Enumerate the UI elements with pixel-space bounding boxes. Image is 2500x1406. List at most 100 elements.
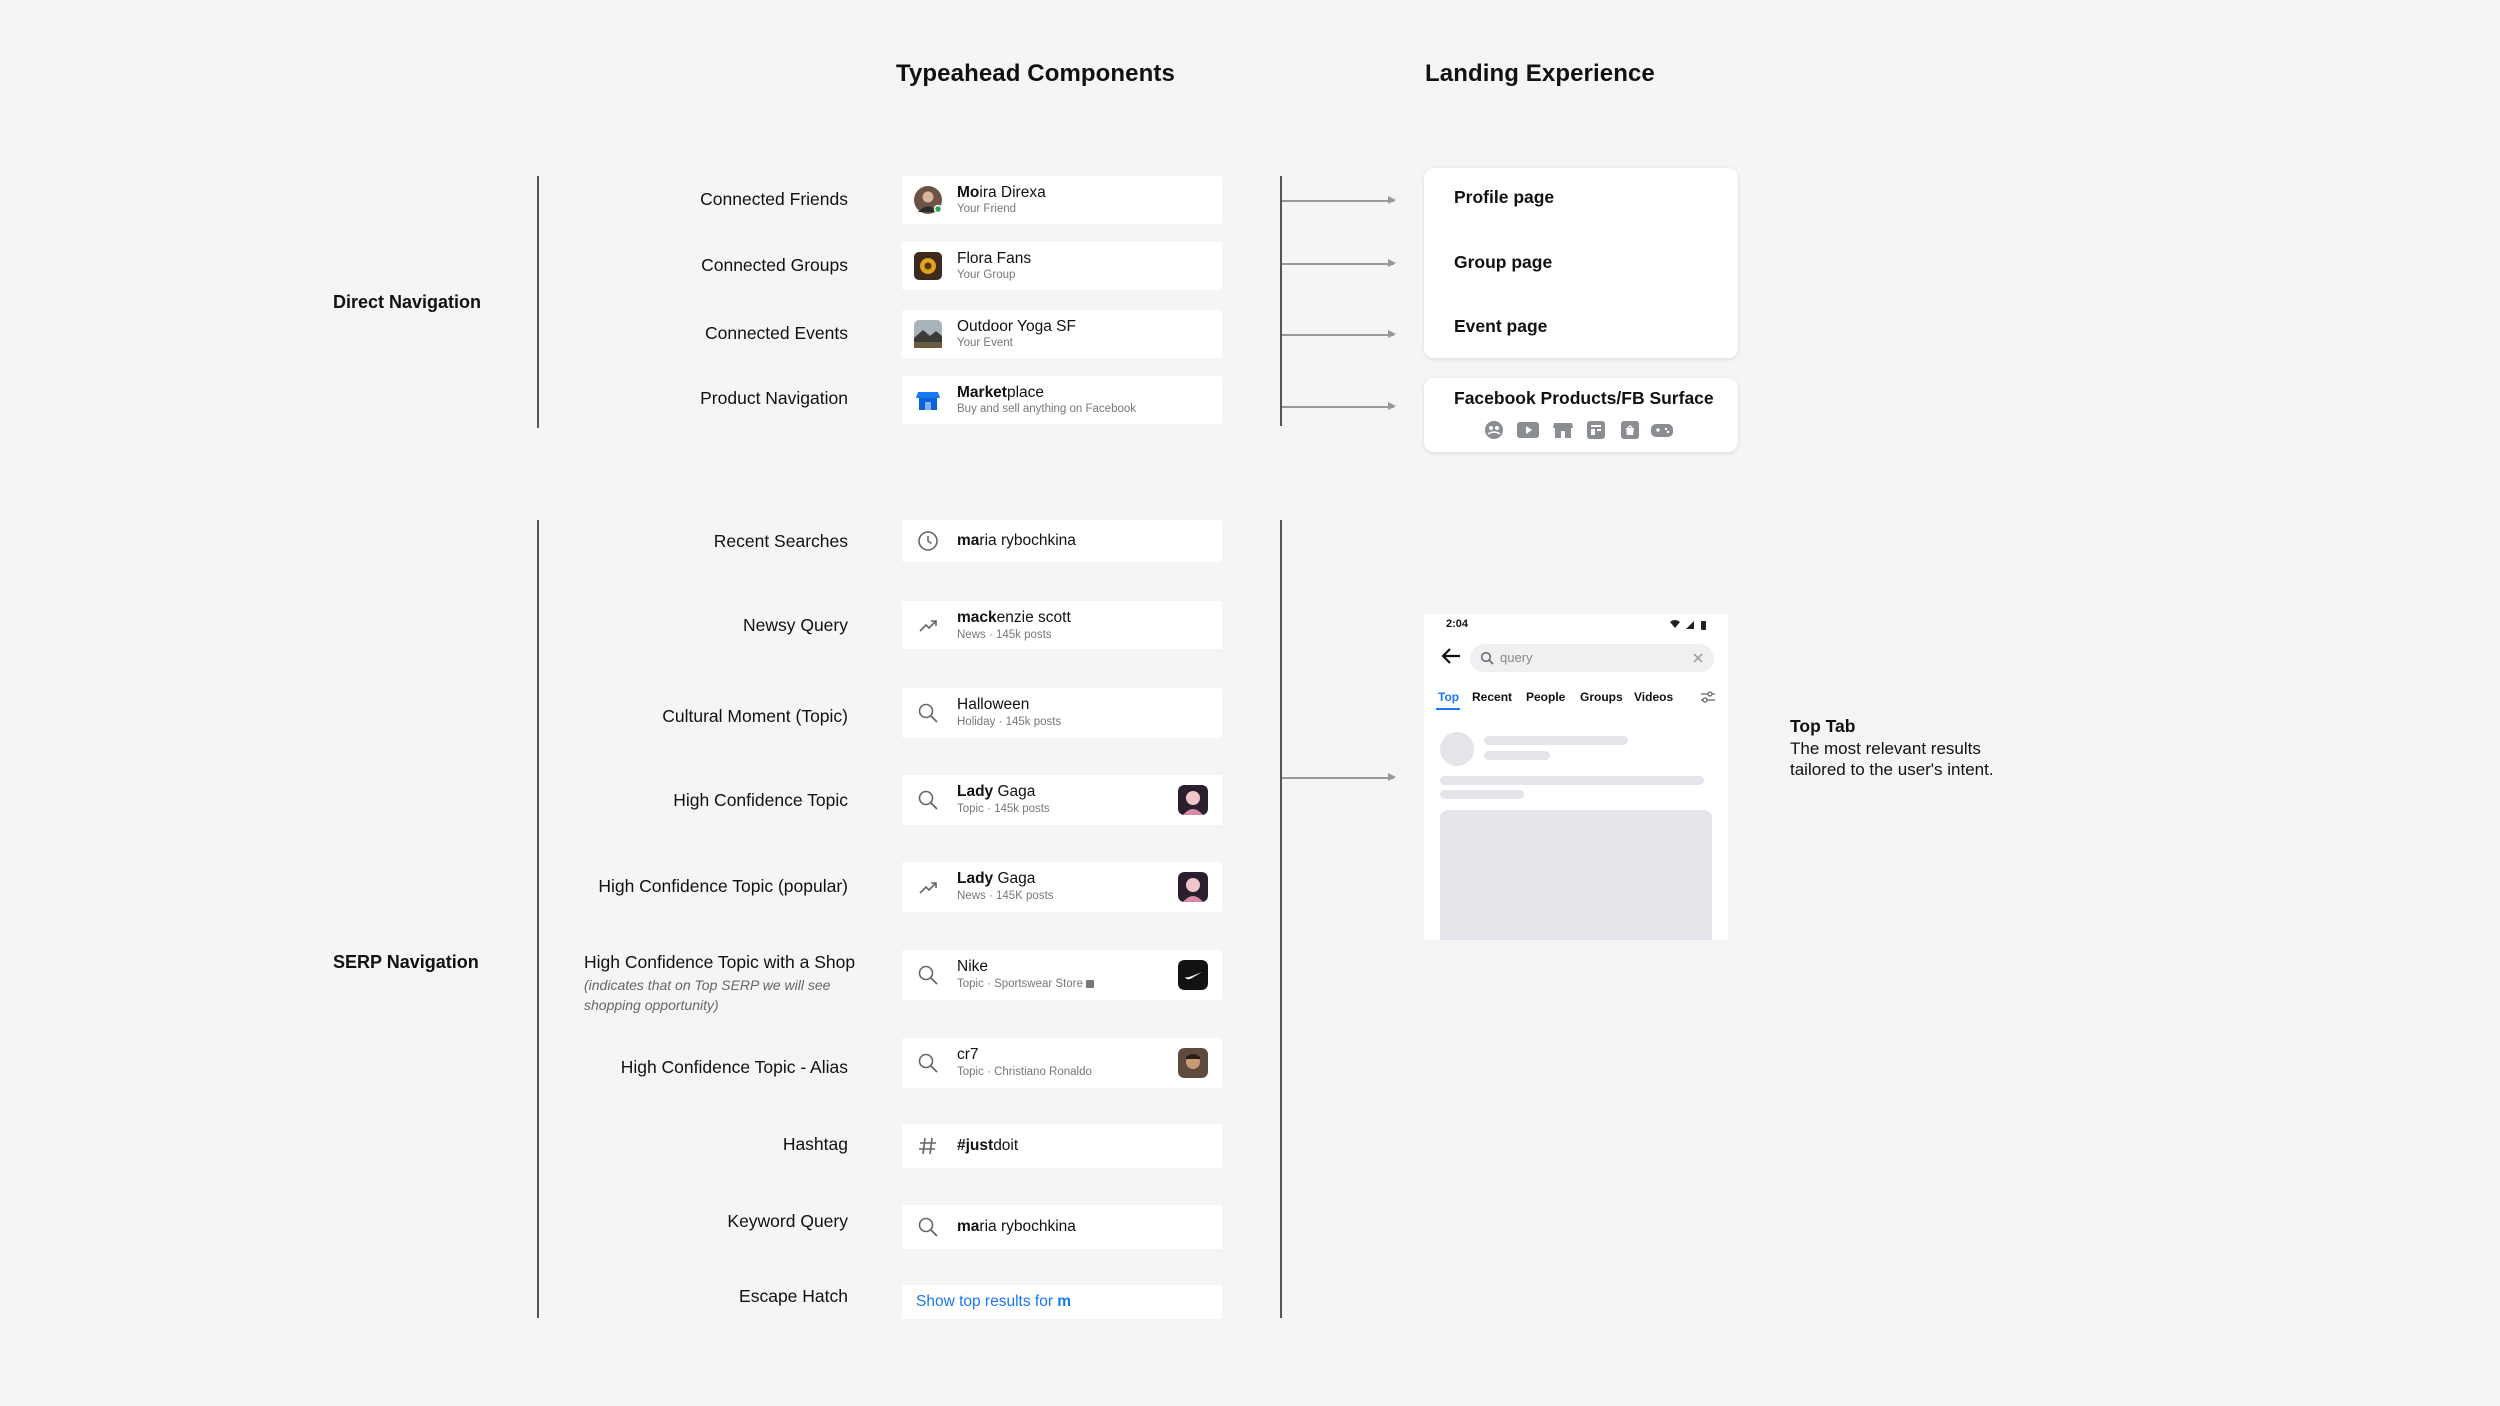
filter-icon[interactable] bbox=[1700, 690, 1716, 704]
groups-icon bbox=[1485, 421, 1503, 439]
row-subtitle: News · 145k posts bbox=[957, 629, 1052, 641]
typeahead-recent-search-row[interactable]: maria rybochkina bbox=[902, 520, 1222, 562]
shop-bag-icon bbox=[1086, 980, 1095, 988]
row-title: Lady Gaga bbox=[957, 783, 1036, 800]
skeleton-avatar bbox=[1440, 732, 1474, 766]
marketplace-icon bbox=[916, 392, 940, 410]
event-photo-icon bbox=[914, 320, 942, 348]
arrow-to-group bbox=[1282, 260, 1396, 266]
arrow-to-top-tab bbox=[1282, 774, 1396, 780]
top-tab-description-line1: The most relevant results bbox=[1790, 739, 1981, 758]
typeahead-escape-hatch-row[interactable]: Show top results for m bbox=[902, 1285, 1222, 1319]
row-title: Nike bbox=[957, 958, 989, 975]
typeahead-newsy-row[interactable]: mackenzie scott News · 145k posts bbox=[902, 601, 1222, 649]
arrow-to-event bbox=[1282, 331, 1396, 337]
marketplace-icon bbox=[1553, 423, 1573, 438]
serp-nav-bracket bbox=[537, 520, 539, 1318]
row-title: #justdoit bbox=[957, 1137, 1019, 1154]
profile-page-label: Profile page bbox=[1454, 187, 1555, 207]
typeahead-event-row[interactable]: Outdoor Yoga SF Your Event bbox=[902, 310, 1222, 358]
skeleton-line bbox=[1484, 736, 1628, 745]
typeahead-group-row[interactable]: Flora Fans Your Group bbox=[902, 242, 1222, 290]
direct-navigation-label: Direct Navigation bbox=[333, 292, 482, 312]
tab-top[interactable]: Top bbox=[1438, 690, 1459, 704]
typeahead-topic-shop-row[interactable]: Nike Topic · Sportswear Store bbox=[902, 950, 1222, 1000]
typeahead-keyword-row[interactable]: maria rybochkina bbox=[902, 1205, 1222, 1249]
typeahead-marketplace-row[interactable]: Marketplace Buy and sell anything on Fac… bbox=[902, 376, 1222, 424]
fb-products-card: Facebook Products/FB Surface bbox=[1424, 378, 1738, 452]
row-label-newsy-query: Newsy Query bbox=[742, 615, 848, 635]
typeahead-hashtag-row[interactable]: #justdoit bbox=[902, 1124, 1222, 1168]
direct-nav-arrow-bracket bbox=[1280, 176, 1282, 426]
shop-icon bbox=[1621, 421, 1639, 439]
typeahead-topic-row[interactable]: Lady Gaga Topic · 145k posts bbox=[902, 775, 1222, 825]
news-icon bbox=[1587, 421, 1605, 439]
search-icon bbox=[918, 1053, 938, 1073]
skeleton-media bbox=[1440, 810, 1712, 940]
row-title: Outdoor Yoga SF bbox=[957, 318, 1076, 335]
clock-icon bbox=[918, 531, 938, 551]
row-subtitle: Buy and sell anything on Facebook bbox=[957, 403, 1137, 415]
row-label-product-navigation: Product Navigation bbox=[700, 388, 848, 408]
row-title: Moira Direxa bbox=[957, 184, 1046, 201]
top-tab-title: Top Tab bbox=[1790, 716, 1856, 736]
tab-people[interactable]: People bbox=[1526, 690, 1565, 704]
row-label-keyword-query: Keyword Query bbox=[727, 1211, 848, 1231]
typeahead-cultural-row[interactable]: Halloween Holiday · 145k posts bbox=[902, 688, 1222, 738]
row-subtitle: Topic · 145k posts bbox=[957, 803, 1050, 815]
top-tab-description: The most relevant results tailored to th… bbox=[1790, 738, 1994, 780]
fb-products-title: Facebook Products/FB Surface bbox=[1454, 388, 1714, 408]
skeleton-line bbox=[1484, 751, 1550, 760]
landing-experience-header: Landing Experience bbox=[1425, 60, 1655, 87]
search-icon bbox=[918, 965, 938, 985]
ronaldo-thumbnail bbox=[1178, 1048, 1208, 1078]
typeahead-alias-row[interactable]: cr7 Topic · Christiano Ronaldo bbox=[902, 1038, 1222, 1088]
row-subtitle: Your Event bbox=[957, 337, 1013, 349]
tab-groups[interactable]: Groups bbox=[1580, 690, 1623, 704]
row-label-topic-with-shop-note: (indicates that on Top SERP we will see … bbox=[584, 977, 831, 1013]
status-icons bbox=[1670, 620, 1706, 630]
serp-nav-arrow-bracket bbox=[1280, 520, 1282, 1318]
skeleton-line bbox=[1440, 776, 1704, 785]
search-query-text: query bbox=[1500, 650, 1533, 665]
row-label-recent-searches: Recent Searches bbox=[713, 531, 848, 551]
group-photo-icon bbox=[914, 252, 942, 280]
watch-icon bbox=[1517, 422, 1539, 438]
search-icon bbox=[918, 703, 938, 723]
row-label-connected-friends: Connected Friends bbox=[700, 189, 848, 209]
typeahead-topic-popular-row[interactable]: Lady Gaga News · 145K posts bbox=[902, 862, 1222, 912]
row-subtitle: Your Group bbox=[957, 269, 1016, 281]
row-subtitle: Topic · Christiano Ronaldo bbox=[957, 1066, 1092, 1078]
row-label-cultural-moment: Cultural Moment (Topic) bbox=[662, 706, 848, 726]
row-title: cr7 bbox=[957, 1046, 979, 1063]
row-title: Flora Fans bbox=[957, 250, 1032, 267]
tab-videos[interactable]: Videos bbox=[1634, 690, 1673, 704]
tab-recent[interactable]: Recent bbox=[1472, 690, 1512, 704]
landing-pages-card: Profile page Group page Event page bbox=[1424, 168, 1738, 358]
row-label-hashtag: Hashtag bbox=[782, 1134, 848, 1154]
clear-icon[interactable] bbox=[1692, 652, 1704, 664]
row-label-topic-with-shop: High Confidence Topic with a Shop (indic… bbox=[584, 952, 874, 1015]
serp-navigation-label: SERP Navigation bbox=[333, 952, 479, 972]
row-label-connected-events: Connected Events bbox=[704, 323, 848, 343]
search-bar[interactable]: query bbox=[1470, 644, 1714, 672]
back-arrow-icon[interactable] bbox=[1440, 646, 1462, 666]
row-title: mackenzie scott bbox=[957, 609, 1071, 626]
arrow-to-profile bbox=[1282, 197, 1396, 203]
search-icon bbox=[1480, 651, 1494, 665]
arrow-to-products bbox=[1282, 403, 1396, 409]
row-title: maria rybochkina bbox=[957, 532, 1076, 549]
row-label-connected-groups: Connected Groups bbox=[701, 255, 848, 275]
row-subtitle: News · 145K posts bbox=[957, 890, 1054, 902]
row-title: maria rybochkina bbox=[957, 1218, 1076, 1235]
active-tab-indicator bbox=[1436, 708, 1460, 710]
status-time: 2:04 bbox=[1446, 618, 1469, 630]
trending-icon bbox=[919, 882, 937, 894]
hashtag-icon bbox=[919, 1137, 936, 1155]
typeahead-friend-row[interactable]: Moira Direxa Your Friend bbox=[902, 176, 1222, 224]
row-label-high-confidence-popular: High Confidence Topic (popular) bbox=[598, 876, 848, 896]
escape-hatch-link[interactable]: Show top results for m bbox=[916, 1293, 1071, 1311]
row-title: Halloween bbox=[957, 696, 1030, 713]
skeleton-line bbox=[1440, 790, 1524, 799]
typeahead-components-header: Typeahead Components bbox=[896, 60, 1175, 87]
